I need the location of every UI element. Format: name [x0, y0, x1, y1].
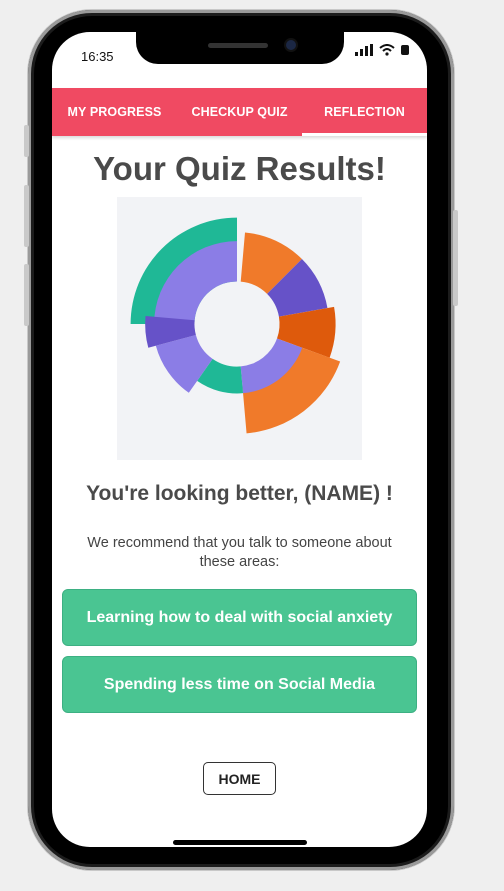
volume-down-button — [24, 264, 29, 326]
polar-area-chart — [130, 217, 341, 434]
camera-icon — [286, 40, 296, 50]
status-time: 16:35 — [81, 49, 114, 64]
tab-checkup-quiz[interactable]: CHECKUP QUIZ — [177, 88, 302, 136]
page-title: Your Quiz Results! — [93, 150, 386, 187]
tab-my-progress[interactable]: MY PROGRESS — [52, 88, 177, 136]
greeting-subtitle: You're looking better, (NAME) ! — [86, 482, 393, 505]
topic-button-social-media[interactable]: Spending less time on Social Media — [62, 656, 417, 713]
speaker-grill — [208, 43, 268, 48]
notch — [136, 32, 344, 64]
status-icons — [355, 44, 411, 56]
volume-up-button — [24, 185, 29, 247]
wifi-icon — [379, 44, 395, 56]
signal-icon — [355, 44, 373, 56]
home-indicator — [173, 840, 307, 845]
power-button — [453, 210, 458, 306]
app-screen: 16:35 MY PROGRESS CHECKUP QUIZ REFLECTIO… — [52, 32, 427, 847]
topic-button-social-anxiety[interactable]: Learning how to deal with social anxiety — [62, 589, 417, 646]
battery-icon — [401, 45, 409, 55]
tab-reflection[interactable]: REFLECTION — [302, 88, 427, 136]
home-button[interactable]: HOME — [203, 762, 276, 795]
results-chart — [117, 197, 362, 460]
tab-bar: MY PROGRESS CHECKUP QUIZ REFLECTION — [52, 88, 427, 136]
mute-switch — [24, 125, 29, 157]
recommendation-text: We recommend that you talk to someone ab… — [87, 535, 392, 570]
